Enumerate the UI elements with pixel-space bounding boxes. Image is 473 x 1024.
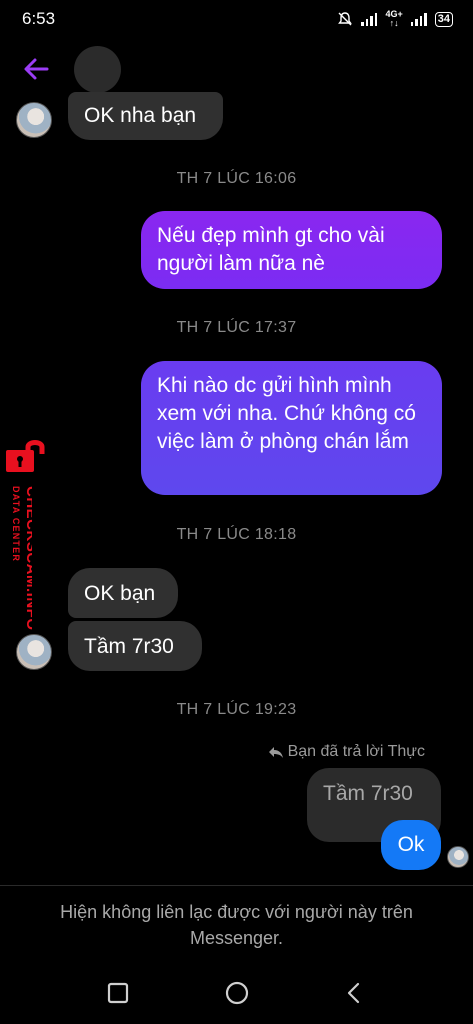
message-bubble-outgoing[interactable]: Nếu đẹp mình gt cho vài người làm nữa nè: [141, 211, 442, 289]
status-bar: 6:53 4G+ ↑↓ 34: [0, 0, 473, 40]
messenger-chat-screen: 6:53 4G+ ↑↓ 34 OK nha bạn TH 7 LÚC 16:06…: [0, 0, 473, 1024]
chevron-left-icon[interactable]: [339, 978, 369, 1008]
message-text: Khi nào dc gửi hình mình xem với nha. Ch…: [157, 374, 416, 453]
message-bubble-incoming[interactable]: OK nha bạn: [68, 92, 223, 140]
quoted-text: Tầm 7r30: [323, 782, 413, 805]
reply-indicator: Bạn đã trả lời Thực: [268, 743, 425, 761]
seen-avatar: [447, 846, 469, 868]
lock-icon: [6, 440, 45, 472]
status-icons: 4G+ ↑↓ 34: [337, 10, 453, 28]
battery-indicator: 34: [434, 11, 453, 27]
system-nav-bar: [0, 960, 473, 1024]
signal-icon-2: [410, 12, 427, 26]
timestamp: TH 7 LÚC 19:23: [176, 701, 297, 718]
unavailable-notice: Hiện không liên lạc được với người này t…: [60, 902, 413, 948]
message-text: Ok: [397, 833, 425, 856]
signal-icon: [361, 12, 378, 26]
timestamp: TH 7 LÚC 16:06: [176, 170, 297, 187]
message-bubble-outgoing[interactable]: Khi nào dc gửi hình mình xem với nha. Ch…: [141, 361, 442, 495]
contact-avatar[interactable]: [74, 46, 121, 93]
timestamp: TH 7 LÚC 18:18: [176, 526, 297, 543]
message-bubble-incoming[interactable]: Tầm 7r30: [68, 621, 202, 671]
message-text: OK bạn: [84, 582, 156, 605]
message-text: Nếu đẹp mình gt cho vài người làm nữa nè: [157, 224, 385, 275]
sender-avatar[interactable]: [16, 102, 52, 138]
message-text: Tầm 7r30: [84, 635, 174, 658]
svg-text:CHECKSCAM.INFO: CHECKSCAM.INFO: [23, 486, 32, 631]
circle-icon[interactable]: [222, 978, 252, 1008]
timestamp: TH 7 LÚC 17:37: [176, 319, 297, 336]
message-text: OK nha bạn: [84, 104, 197, 127]
reply-label: Bạn đã trả lời Thực: [287, 743, 425, 760]
svg-text:DATA CENTER: DATA CENTER: [11, 486, 21, 562]
message-bubble-incoming[interactable]: OK bạn: [68, 568, 178, 618]
mute-bell-icon: [338, 12, 353, 26]
watermark-logo: DATA CENTER CHECKSCAM.INFO: [0, 438, 56, 668]
network-type: 4G+ ↑↓: [385, 9, 403, 28]
watermark-text: DATA CENTER CHECKSCAM.INFO: [11, 486, 32, 631]
message-bubble-outgoing[interactable]: Ok: [381, 820, 441, 870]
reply-arrow-icon: [268, 747, 283, 758]
footer-divider: [0, 885, 473, 886]
square-icon[interactable]: [103, 978, 133, 1008]
status-time: 6:53: [22, 9, 56, 28]
arrow-left-icon[interactable]: [22, 54, 52, 84]
